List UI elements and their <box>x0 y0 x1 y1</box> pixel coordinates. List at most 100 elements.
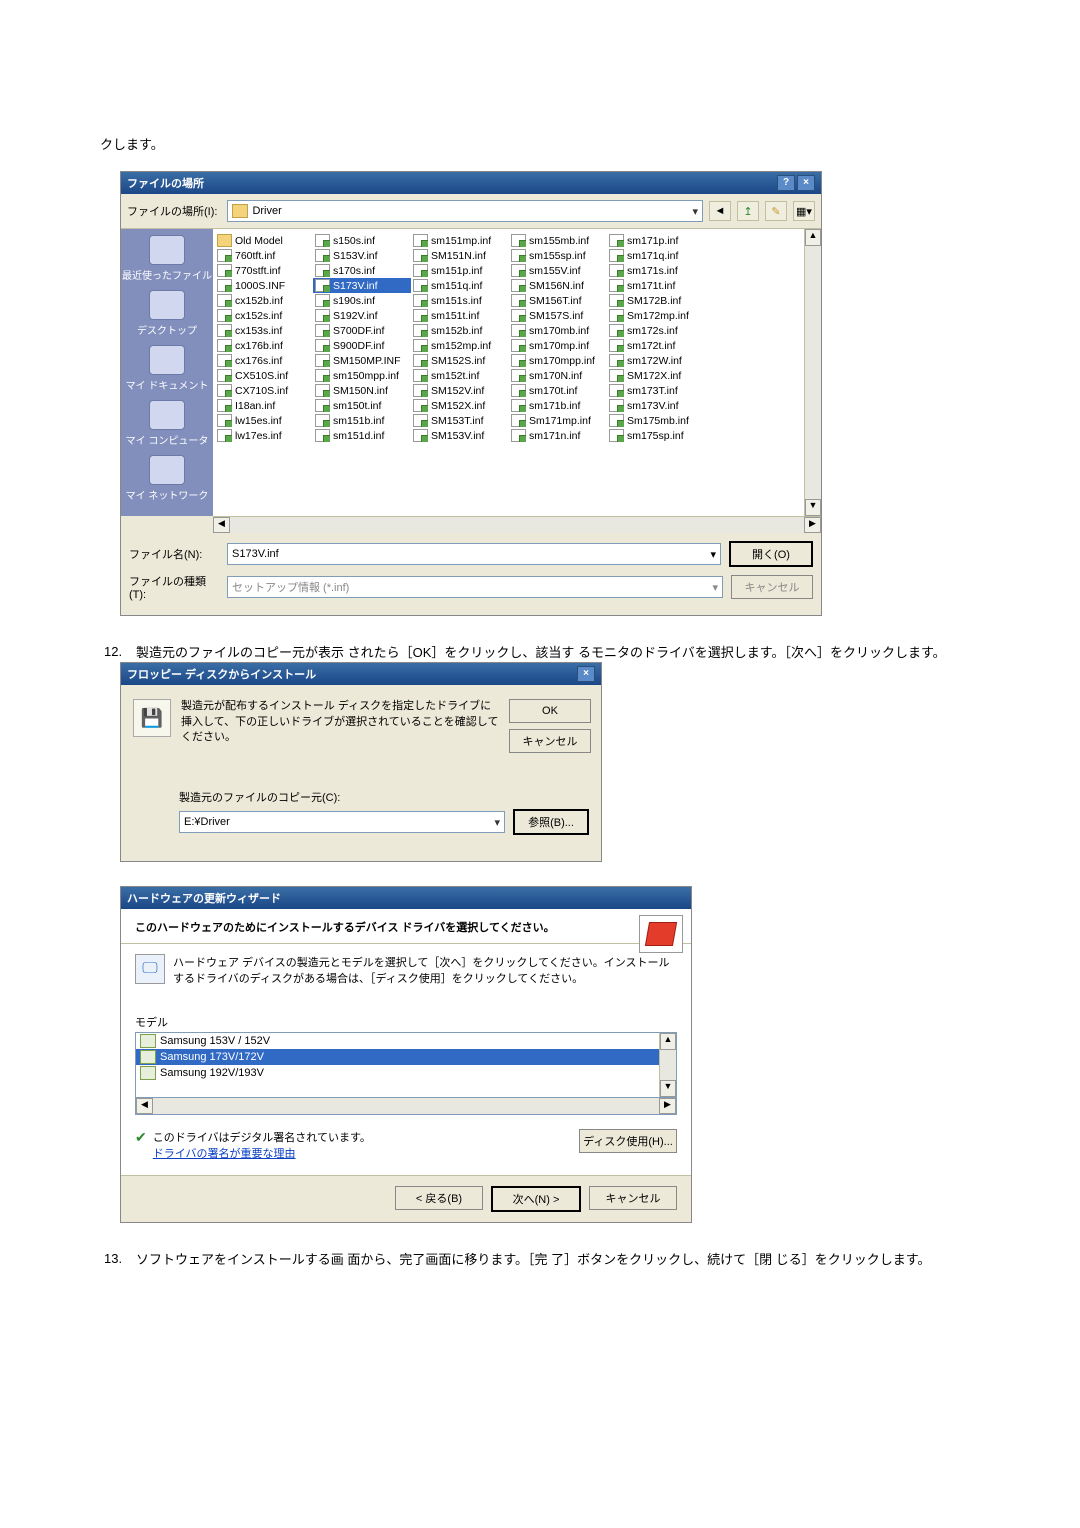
close-button[interactable]: × <box>797 175 815 191</box>
file-item[interactable]: SM150N.inf <box>313 383 411 398</box>
file-item[interactable]: sm170mp.inf <box>509 338 607 353</box>
file-list-vscroll[interactable]: ▲ ▼ <box>804 229 821 516</box>
file-item[interactable]: sm170N.inf <box>509 368 607 383</box>
file-item[interactable]: sm152t.inf <box>411 368 509 383</box>
file-item[interactable]: sm151q.inf <box>411 278 509 293</box>
places-item[interactable]: 最近使ったファイル <box>121 235 213 282</box>
file-item[interactable]: 760tft.inf <box>215 248 313 263</box>
file-item[interactable]: sm151s.inf <box>411 293 509 308</box>
file-item[interactable]: S700DF.inf <box>313 323 411 338</box>
model-item[interactable]: Samsung 173V/172V <box>136 1049 676 1065</box>
up-icon[interactable]: ↥ <box>737 201 759 221</box>
filename-input[interactable]: S173V.inf ▾ <box>227 543 721 565</box>
file-item[interactable]: cx176b.inf <box>215 338 313 353</box>
file-item[interactable]: 1000S.INF <box>215 278 313 293</box>
file-item[interactable]: sm173T.inf <box>607 383 705 398</box>
file-item[interactable]: sm172W.inf <box>607 353 705 368</box>
file-item[interactable]: Old Model <box>215 233 313 248</box>
file-item[interactable]: I18an.inf <box>215 398 313 413</box>
file-item[interactable]: sm170t.inf <box>509 383 607 398</box>
file-item[interactable]: SM172B.inf <box>607 293 705 308</box>
signed-why-link[interactable]: ドライバの署名が重要な理由 <box>153 1148 296 1160</box>
file-item[interactable]: SM156T.inf <box>509 293 607 308</box>
file-item[interactable]: S192V.inf <box>313 308 411 323</box>
model-list-hscroll[interactable]: ◀ ▶ <box>135 1098 677 1115</box>
file-item[interactable]: sm151b.inf <box>313 413 411 428</box>
file-item[interactable]: sm151p.inf <box>411 263 509 278</box>
file-item[interactable]: lw15es.inf <box>215 413 313 428</box>
have-disk-button[interactable]: ディスク使用(H)... <box>579 1129 677 1153</box>
file-item[interactable]: S153V.inf <box>313 248 411 263</box>
help-button[interactable]: ? <box>777 175 795 191</box>
model-item[interactable]: Samsung 192V/193V <box>136 1065 676 1081</box>
lookin-combo[interactable]: Driver ▾ <box>227 200 703 222</box>
close-button[interactable]: × <box>577 666 595 682</box>
file-item[interactable]: CX710S.inf <box>215 383 313 398</box>
file-item[interactable]: SM152V.inf <box>411 383 509 398</box>
file-item[interactable]: SM157S.inf <box>509 308 607 323</box>
file-item[interactable]: sm171b.inf <box>509 398 607 413</box>
places-item[interactable]: デスクトップ <box>121 290 213 337</box>
file-item[interactable]: sm173V.inf <box>607 398 705 413</box>
model-item[interactable]: Samsung 153V / 152V <box>136 1033 676 1049</box>
model-list[interactable]: Samsung 153V / 152VSamsung 173V/172VSams… <box>135 1032 677 1098</box>
file-item[interactable]: sm170mb.inf <box>509 323 607 338</box>
file-item[interactable]: s170s.inf <box>313 263 411 278</box>
file-item[interactable]: sm170mpp.inf <box>509 353 607 368</box>
file-item[interactable]: cx153s.inf <box>215 323 313 338</box>
file-item[interactable]: sm151d.inf <box>313 428 411 443</box>
cancel-button[interactable]: キャンセル <box>589 1186 677 1210</box>
places-item[interactable]: マイ ネットワーク <box>121 455 213 502</box>
file-item[interactable]: Sm172mp.inf <box>607 308 705 323</box>
new-folder-icon[interactable]: ✎ <box>765 201 787 221</box>
file-item[interactable]: sm155V.inf <box>509 263 607 278</box>
file-item[interactable]: sm171q.inf <box>607 248 705 263</box>
file-item[interactable]: sm152b.inf <box>411 323 509 338</box>
file-item[interactable]: sm172s.inf <box>607 323 705 338</box>
file-item[interactable]: SM151N.inf <box>411 248 509 263</box>
open-button[interactable]: 開く(O) <box>729 541 813 567</box>
model-list-vscroll[interactable]: ▲ ▼ <box>659 1033 676 1097</box>
file-item[interactable]: S900DF.inf <box>313 338 411 353</box>
file-item[interactable]: SM152X.inf <box>411 398 509 413</box>
file-item[interactable]: sm171p.inf <box>607 233 705 248</box>
copy-source-combo[interactable]: E:¥Driver ▾ <box>179 811 505 833</box>
file-item[interactable]: SM172X.inf <box>607 368 705 383</box>
back-button[interactable]: < 戻る(B) <box>395 1186 483 1210</box>
file-item[interactable]: Sm171mp.inf <box>509 413 607 428</box>
file-item[interactable]: 770stft.inf <box>215 263 313 278</box>
back-icon[interactable]: ◄ <box>709 201 731 221</box>
file-item[interactable]: SM150MP.INF <box>313 353 411 368</box>
file-item[interactable]: sm150t.inf <box>313 398 411 413</box>
file-item[interactable]: sm171n.inf <box>509 428 607 443</box>
file-item[interactable]: sm155mb.inf <box>509 233 607 248</box>
file-item[interactable]: CX510S.inf <box>215 368 313 383</box>
file-list-hscroll[interactable]: ◀ ▶ <box>213 516 821 533</box>
cancel-button[interactable]: キャンセル <box>731 575 813 599</box>
file-item[interactable]: lw17es.inf <box>215 428 313 443</box>
views-icon[interactable]: ▦▾ <box>793 201 815 221</box>
file-item[interactable]: sm171t.inf <box>607 278 705 293</box>
file-item[interactable]: SM153T.inf <box>411 413 509 428</box>
file-item[interactable]: SM152S.inf <box>411 353 509 368</box>
file-item[interactable]: Sm175mb.inf <box>607 413 705 428</box>
file-item[interactable]: s190s.inf <box>313 293 411 308</box>
places-item[interactable]: マイ コンピュータ <box>121 400 213 447</box>
file-item[interactable]: sm172t.inf <box>607 338 705 353</box>
file-item[interactable]: s150s.inf <box>313 233 411 248</box>
cancel-button[interactable]: キャンセル <box>509 729 591 753</box>
file-item[interactable]: cx152s.inf <box>215 308 313 323</box>
file-list[interactable]: Old Model760tft.inf770stft.inf1000S.INFc… <box>213 229 804 516</box>
file-item[interactable]: sm150mpp.inf <box>313 368 411 383</box>
file-item[interactable]: cx152b.inf <box>215 293 313 308</box>
file-item[interactable]: sm155sp.inf <box>509 248 607 263</box>
file-item[interactable]: sm152mp.inf <box>411 338 509 353</box>
next-button[interactable]: 次へ(N) > <box>491 1186 581 1212</box>
file-item[interactable]: sm151mp.inf <box>411 233 509 248</box>
places-item[interactable]: マイ ドキュメント <box>121 345 213 392</box>
file-item[interactable]: SM153V.inf <box>411 428 509 443</box>
file-item[interactable]: sm171s.inf <box>607 263 705 278</box>
file-item[interactable]: cx176s.inf <box>215 353 313 368</box>
file-item[interactable]: sm151t.inf <box>411 308 509 323</box>
ok-button[interactable]: OK <box>509 699 591 723</box>
